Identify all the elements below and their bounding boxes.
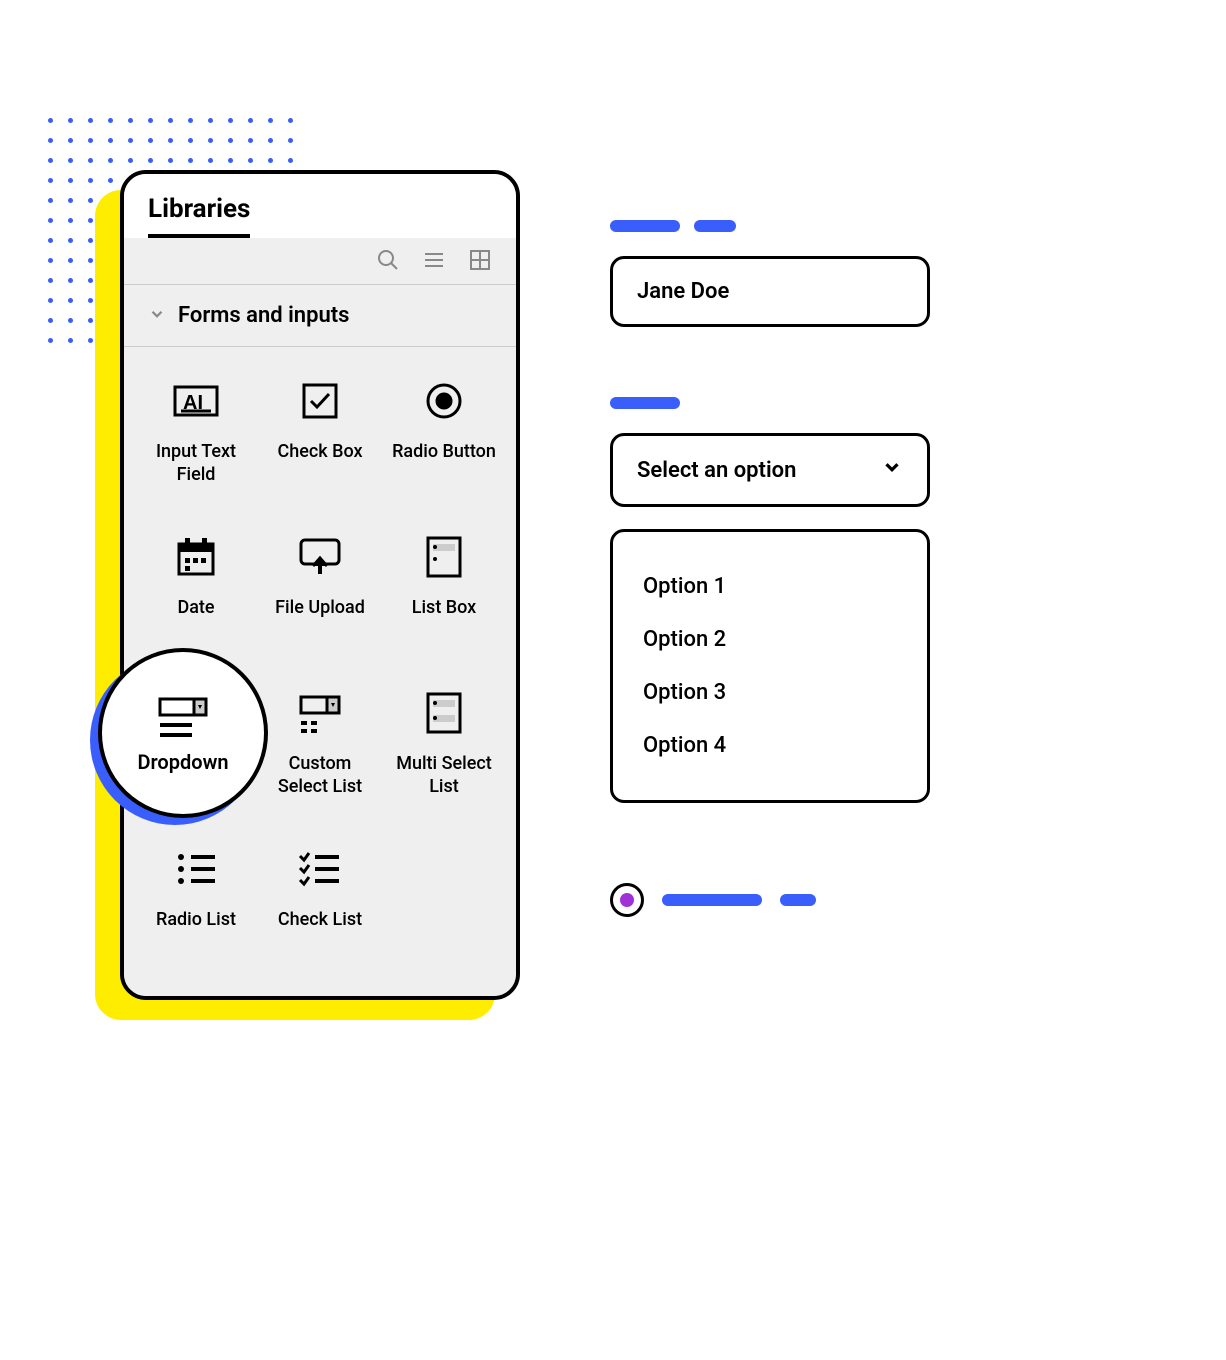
lib-input-text-field[interactable]: AI Input Text Field	[134, 371, 258, 521]
chevron-down-icon	[881, 456, 903, 484]
section-title: Forms and inputs	[178, 303, 349, 328]
radio-selected-icon	[610, 883, 644, 917]
lib-label: File Upload	[275, 597, 365, 620]
dropdown-icon	[156, 692, 210, 742]
text-input-value: Jane Doe	[637, 279, 729, 304]
radio-label-placeholder	[780, 894, 816, 906]
lib-radio-button[interactable]: Radio Button	[382, 371, 506, 521]
check-box-icon	[300, 371, 340, 431]
section-header[interactable]: Forms and inputs	[124, 285, 516, 347]
dropdown-option[interactable]: Option 3	[643, 666, 897, 719]
radio-label-placeholder	[662, 894, 762, 906]
lib-label: Radio Button	[392, 441, 496, 464]
list-box-icon	[425, 527, 463, 587]
panel-toolbar	[124, 238, 516, 285]
lib-label: Radio List	[156, 909, 236, 932]
lib-list-box[interactable]: List Box	[382, 527, 506, 677]
chevron-down-icon	[148, 305, 166, 327]
multi-select-list-icon	[425, 683, 463, 743]
lib-check-box[interactable]: Check Box	[258, 371, 382, 521]
lib-multi-select-list[interactable]: Multi Select List	[382, 683, 506, 833]
libraries-panel: Libraries Forms and inputs AI	[120, 170, 520, 1000]
radio-button-icon	[424, 371, 464, 431]
lib-check-list[interactable]: Check List	[258, 839, 382, 989]
file-upload-icon	[297, 527, 343, 587]
lib-dropdown-highlighted[interactable]: Dropdown	[98, 648, 268, 818]
field-label-placeholder	[610, 220, 950, 232]
lib-label: Date	[177, 597, 214, 620]
radio-preview[interactable]	[610, 883, 950, 917]
lib-radio-list[interactable]: Radio List	[134, 839, 258, 989]
preview-column: Jane Doe Select an option Option 1 Optio…	[610, 220, 950, 917]
lib-label: List Box	[412, 597, 477, 620]
dropdown-preview[interactable]: Select an option	[610, 433, 930, 507]
lib-label: Input Text Field	[141, 441, 251, 486]
dropdown-option[interactable]: Option 4	[643, 719, 897, 772]
date-icon	[175, 527, 217, 587]
dropdown-option[interactable]: Option 2	[643, 613, 897, 666]
lib-label: Check Box	[277, 441, 362, 464]
list-view-icon[interactable]	[422, 248, 446, 272]
lib-label: Multi Select List	[389, 753, 499, 798]
radio-list-icon	[173, 839, 219, 899]
lib-label: Check List	[278, 909, 362, 932]
dropdown-placeholder: Select an option	[637, 458, 796, 483]
field-label-placeholder	[610, 397, 950, 409]
dropdown-options: Option 1 Option 2 Option 3 Option 4	[610, 529, 930, 803]
custom-select-list-icon	[297, 683, 343, 743]
dropdown-option[interactable]: Option 1	[643, 560, 897, 613]
search-icon[interactable]	[376, 248, 400, 272]
check-list-icon	[297, 839, 343, 899]
grid-view-icon[interactable]	[468, 248, 492, 272]
panel-title: Libraries	[148, 194, 250, 238]
input-text-field-icon: AI	[171, 371, 221, 431]
lib-label: Custom Select List	[265, 753, 375, 798]
text-input-preview[interactable]: Jane Doe	[610, 256, 930, 327]
lib-custom-select-list[interactable]: Custom Select List	[258, 683, 382, 833]
lib-label: Dropdown	[137, 750, 228, 774]
lib-file-upload[interactable]: File Upload	[258, 527, 382, 677]
